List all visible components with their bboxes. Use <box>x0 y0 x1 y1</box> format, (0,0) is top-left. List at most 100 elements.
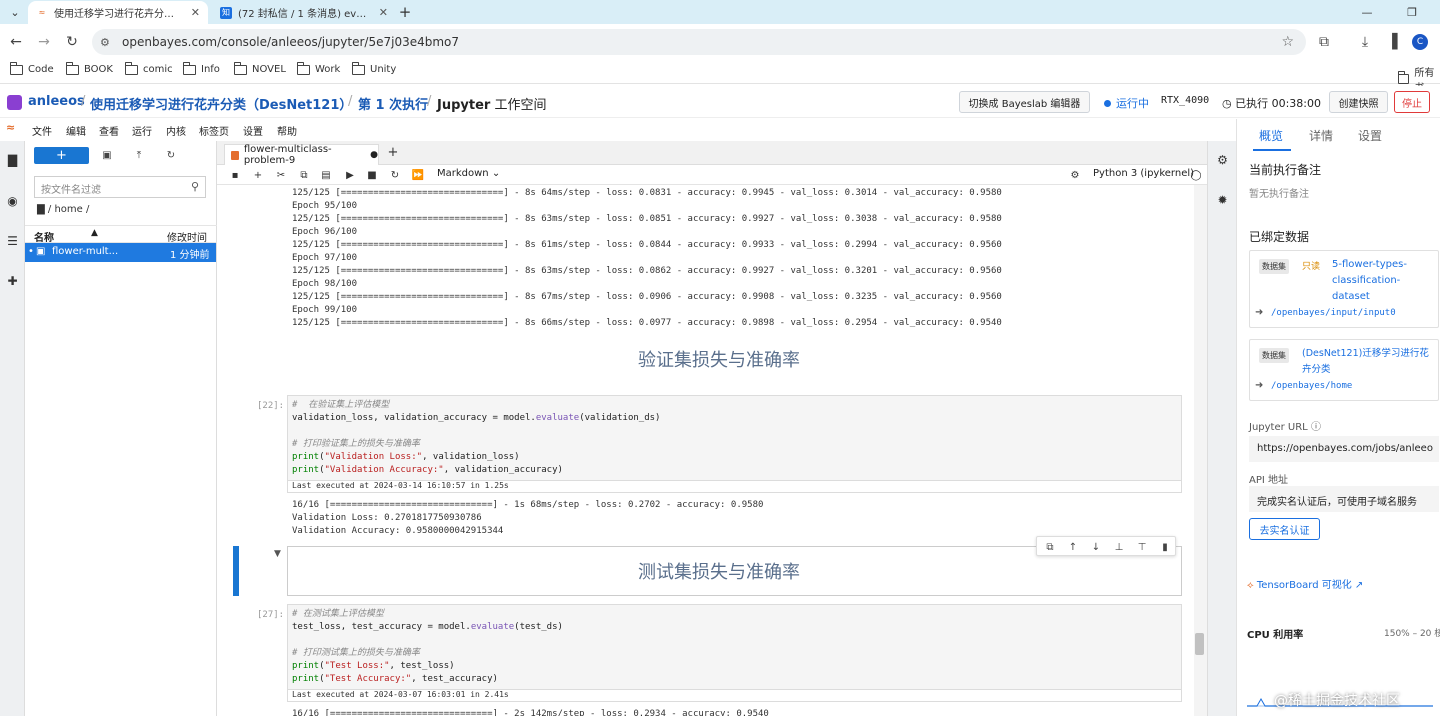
browser-tab[interactable]: 知 (72 封私信 / 1 条消息) evaluat ✕ <box>212 1 396 24</box>
collapse-chevron-icon[interactable]: ▼ <box>274 549 281 559</box>
minimize-icon[interactable]: — <box>1356 2 1378 22</box>
sort-up-icon[interactable]: ▲ <box>91 228 98 238</box>
code-string: "Test Accuracy:" <box>324 674 412 684</box>
tab-settings[interactable]: 设置 <box>1358 127 1382 144</box>
breadcrumb-separator: / <box>81 94 86 109</box>
file-path-breadcrumb[interactable]: ▇ / home / <box>37 204 89 215</box>
verify-identity-button[interactable]: 去实名认证 <box>1249 518 1320 540</box>
delete-cell-icon[interactable]: ▮ <box>1158 540 1172 554</box>
extensions-puzzle-icon[interactable]: ✚ <box>5 273 20 288</box>
column-name-header[interactable]: 名称 <box>34 229 54 244</box>
mount-path: /openbayes/input/input0 <box>1271 308 1396 318</box>
download-icon[interactable]: ⤓ <box>1355 32 1375 52</box>
selected-cell-indicator[interactable] <box>233 546 239 596</box>
tab-search-chevron-icon[interactable]: ⌄ <box>4 2 26 22</box>
breadcrumb-user[interactable]: anleeos <box>28 94 85 109</box>
new-tab-plus-icon[interactable]: + <box>384 145 402 163</box>
dataset-card[interactable]: 数据集 只读 5-flower-types-classification-dat… <box>1249 250 1439 328</box>
insert-above-icon[interactable]: ⊥ <box>1112 540 1126 554</box>
code-cell-test[interactable]: # 在测试集上评估模型 test_loss, test_accuracy = m… <box>287 604 1182 690</box>
menu-kernel[interactable]: 内核 <box>166 123 186 138</box>
site-info-icon[interactable]: ⚙ <box>100 36 116 49</box>
app-header: anleeos / 使用迁移学习进行花卉分类（DesNet121） / 第 1 … <box>0 86 1440 118</box>
bookmark-label: NOVEL <box>252 64 286 75</box>
cell-type-select[interactable]: Markdown ⌄ <box>437 168 500 179</box>
property-inspector-gear-icon[interactable]: ⚙ <box>1215 152 1230 167</box>
new-folder-icon[interactable]: ▣ <box>99 147 115 163</box>
move-up-icon[interactable]: ↑ <box>1066 540 1080 554</box>
breadcrumb-project[interactable]: 使用迁移学习进行花卉分类（DesNet121） <box>90 94 352 113</box>
info-icon[interactable]: ⓘ <box>1311 422 1321 433</box>
close-tab-icon[interactable]: ✕ <box>191 6 200 19</box>
close-tab-icon[interactable]: ✕ <box>379 6 388 19</box>
restore-icon[interactable]: ❐ <box>1401 2 1423 22</box>
file-browser-icon[interactable]: ▇ <box>5 152 20 167</box>
browser-tab-active[interactable]: ≈ 使用迁移学习进行花卉分类（D ✕ <box>28 1 208 24</box>
code-cell-validation[interactable]: # 在验证集上评估模型 validation_loss, validation_… <box>287 395 1182 481</box>
move-down-icon[interactable]: ↓ <box>1089 540 1103 554</box>
new-tab-button[interactable]: + <box>394 2 416 22</box>
kernel-settings-gear-icon[interactable]: ⚙ <box>1068 168 1082 182</box>
switch-editor-button[interactable]: 切换成 Bayeslab 编辑器 <box>959 91 1090 113</box>
forward-arrow-icon[interactable]: → <box>34 32 54 52</box>
back-arrow-icon[interactable]: ← <box>6 32 26 52</box>
toc-icon[interactable]: ☰ <box>5 233 20 248</box>
bookmark-info[interactable]: Info <box>183 61 220 75</box>
profile-avatar[interactable]: C <box>1412 34 1428 50</box>
bookmark-novel[interactable]: NOVEL <box>234 61 286 75</box>
menu-edit[interactable]: 编辑 <box>66 123 86 138</box>
stop-button[interactable]: 停止 <box>1394 91 1430 113</box>
restart-icon[interactable]: ↻ <box>388 168 402 182</box>
menu-settings[interactable]: 设置 <box>243 123 263 138</box>
debugger-bug-icon[interactable]: ✹ <box>1215 192 1230 207</box>
validation-output: 16/16 [==============================] -… <box>292 499 763 538</box>
insert-cell-icon[interactable]: + <box>251 168 265 182</box>
file-filter-input[interactable]: 按文件名过滤 ⚲ <box>34 176 206 198</box>
bookmark-star-icon[interactable]: ☆ <box>1281 34 1294 50</box>
code-text: , validation_accuracy) <box>443 465 563 475</box>
new-launcher-button[interactable]: + <box>34 147 89 164</box>
notebook-tab[interactable]: flower-multiclass-problem-9 ● <box>224 144 379 166</box>
bookmark-unity[interactable]: Unity <box>352 61 396 75</box>
cut-icon[interactable]: ✂ <box>274 168 288 182</box>
menu-run[interactable]: 运行 <box>132 123 152 138</box>
bookmark-work[interactable]: Work <box>297 61 340 75</box>
output-card[interactable]: 数据集 (DesNet121)迁移学习进行花 卉分类 ➜ /openbayes/h… <box>1249 339 1439 401</box>
menu-tabs[interactable]: 标签页 <box>199 123 229 138</box>
run-icon[interactable]: ▶ <box>343 168 357 182</box>
jupyter-url-field[interactable]: https://openbayes.com/jobs/anleeo <box>1249 436 1439 462</box>
side-panel-icon[interactable]: ▐ <box>1382 32 1402 52</box>
menu-view[interactable]: 查看 <box>99 123 119 138</box>
paste-icon[interactable]: ▤ <box>319 168 333 182</box>
bookmark-code[interactable]: Code <box>10 61 54 75</box>
upload-icon[interactable]: ⤒ <box>131 147 147 163</box>
insert-below-icon[interactable]: ⊤ <box>1135 540 1149 554</box>
tab-details[interactable]: 详情 <box>1309 127 1333 144</box>
stop-kernel-icon[interactable]: ■ <box>365 168 379 182</box>
file-row[interactable]: • ▣ flower-mult... 1 分钟前 <box>25 243 216 262</box>
bookmark-book[interactable]: BOOK <box>66 61 113 75</box>
create-snapshot-button[interactable]: 创建快照 <box>1329 91 1388 113</box>
bookmark-comic[interactable]: comic <box>125 61 173 75</box>
extensions-icon[interactable]: ⧉ <box>1314 32 1334 52</box>
duplicate-cell-icon[interactable]: ⧉ <box>1043 540 1057 554</box>
menu-help[interactable]: 帮助 <box>277 123 297 138</box>
kernel-name[interactable]: Python 3 (ipykernel) <box>1093 168 1194 179</box>
column-modified-header[interactable]: 修改时间 <box>167 229 207 244</box>
run-all-icon[interactable]: ⏩ <box>411 168 425 182</box>
mount-arrow-icon: ➜ <box>1255 380 1264 391</box>
output-name-link[interactable]: (DesNet121)迁移学习进行花 卉分类 <box>1302 346 1429 378</box>
breadcrumb-run[interactable]: 第 1 次执行 <box>358 94 428 113</box>
menu-file[interactable]: 文件 <box>32 123 52 138</box>
unsaved-dot-icon[interactable]: ● <box>370 150 378 160</box>
refresh-icon[interactable]: ↻ <box>163 147 179 163</box>
dataset-name-link[interactable]: 5-flower-types-classification-dataset <box>1332 257 1407 305</box>
running-kernels-icon[interactable]: ◉ <box>5 193 20 208</box>
copy-icon[interactable]: ⧉ <box>297 168 311 182</box>
tab-overview[interactable]: 概览 <box>1259 127 1283 144</box>
address-bar[interactable]: ⚙ openbayes.com/console/anleeos/jupyter/… <box>92 29 1306 55</box>
save-icon[interactable]: ▪ <box>228 168 242 182</box>
reload-icon[interactable]: ↻ <box>62 32 82 52</box>
tensorboard-link[interactable]: ⟡ TensorBoard 可视化 ↗ <box>1247 576 1363 591</box>
notebook-scrollbar-thumb[interactable] <box>1195 633 1204 655</box>
